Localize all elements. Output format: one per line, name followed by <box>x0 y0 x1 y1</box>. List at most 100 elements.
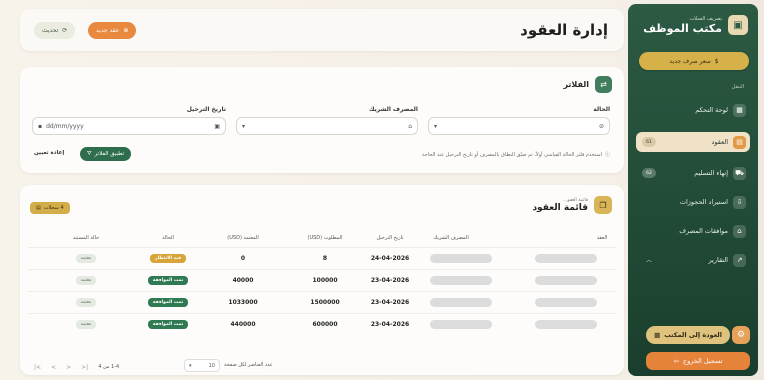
sidebar-item-label: موافقات المصرف <box>679 227 728 235</box>
sidebar-item-bank-approvals[interactable]: ⌂ موافقات المصرف <box>636 221 750 241</box>
last-page-icon[interactable]: >| <box>81 364 88 371</box>
sidebar-item-dashboard[interactable]: ▦ لوحة التحكم <box>636 100 750 120</box>
gear-icon: ⚙ <box>736 330 746 340</box>
next-page-icon[interactable]: > <box>66 364 71 371</box>
cell-required: 600000 <box>312 321 338 328</box>
logout-label: تسجيل الخروج <box>682 357 723 365</box>
bank-icon: ⌂ <box>733 224 746 238</box>
table-row[interactable]: 23-04-2026 100000 40000 تمت الموافقة معت… <box>28 269 616 291</box>
filters-panel: ⇄ الفلاتر الحالة ⊘ ▾ المصرف الشريك ⌂ ▾ ت… <box>20 67 624 173</box>
bank-placeholder <box>430 320 492 329</box>
sidebar-item-label: التقارير <box>708 256 728 264</box>
settings-button[interactable]: ⚙ <box>732 326 750 344</box>
col-approved: المعتمد (USD) <box>227 235 259 241</box>
cell-approved: 440000 <box>230 321 256 328</box>
list-title: قائمة العقود <box>532 202 588 213</box>
back-to-office-button[interactable]: العودة إلى المكتب ▩ <box>646 326 730 344</box>
table-row[interactable]: 23-04-2026 600000 440000 تمت الموافقة مع… <box>28 313 616 335</box>
brand-title: مكتب الموظف <box>643 21 722 35</box>
records-count-badge: 4 سجلات ▤ <box>30 202 70 214</box>
cell-date: 23-04-2026 <box>370 299 410 306</box>
col-date: تاريخ الترحيل <box>376 235 404 241</box>
filters-header: ⇄ الفلاتر <box>563 76 612 93</box>
status-badge: تمت الموافقة <box>147 298 189 307</box>
nav-section-title: التنقل <box>731 84 744 90</box>
filter-icon: ⛛ <box>87 150 92 157</box>
cell-date: 23-04-2026 <box>370 277 410 284</box>
bank-placeholder <box>430 276 492 285</box>
status-filter-label: الحالة <box>593 106 610 113</box>
cell-date: 23-04-2026 <box>370 321 410 328</box>
office-icon: ▩ <box>654 331 661 339</box>
status-filter-select[interactable]: ⊘ ▾ <box>428 117 610 135</box>
bank-icon: ⌂ <box>408 122 412 130</box>
new-rate-label: سعر صرف جديد <box>669 57 711 65</box>
page-header: إدارة العقود ⊕ عقد جديد ⟳ تحديث <box>20 9 624 51</box>
plus-circle-icon: ⊕ <box>123 27 129 34</box>
page-title: إدارة العقود <box>520 21 608 39</box>
new-contract-label: عقد جديد <box>96 27 120 34</box>
sidebar-item-delivery[interactable]: ⛟ إنهاء التسليم 62 <box>636 163 750 183</box>
sidebar-item-label: العقود <box>711 138 728 146</box>
cell-approved: 40000 <box>232 277 254 284</box>
status-badge: تمت الموافقة <box>147 276 189 285</box>
logout-button[interactable]: تسجيل الخروج ⇦ <box>646 352 750 370</box>
apply-filters-label: تطبيق الفلاتر <box>94 151 125 157</box>
page-size-label: عدد العناصر لكل صفحة <box>224 362 273 368</box>
reports-icon: ↗ <box>733 253 746 267</box>
prev-page-icon[interactable]: < <box>51 364 56 371</box>
apply-filters-button[interactable]: تطبيق الفلاتر ⛛ <box>80 147 132 161</box>
refresh-icon: ⟳ <box>62 27 68 34</box>
cell-approved: 1033000 <box>228 299 258 306</box>
app-window: ▣ تصريف العملات مكتب الموظف $ سعر صرف جد… <box>0 0 764 380</box>
table-row[interactable]: 23-04-2026 1500000 1033000 تمت الموافقة … <box>28 291 616 313</box>
records-count: 4 سجلات <box>43 205 64 211</box>
refresh-label: تحديث <box>42 27 59 34</box>
dashboard-icon: ▦ <box>733 103 746 117</box>
col-required: المطلوب (USD) <box>307 235 343 241</box>
sidebar-item-label: استيراد الحجوزات <box>679 198 728 206</box>
reset-filters-button[interactable]: إعادة تعيين <box>34 150 64 156</box>
cell-approved: 0 <box>240 255 246 262</box>
sidebar-item-contracts[interactable]: ▤ العقود 61 <box>636 132 750 152</box>
sidebar-item-label: إنهاء التسليم <box>694 169 728 177</box>
bank-filter-label: المصرف الشريك <box>368 106 418 113</box>
chevron-up-icon: ︿ <box>646 257 653 264</box>
bank-filter-select[interactable]: ⌂ ▾ <box>236 117 418 135</box>
first-page-icon[interactable]: |< <box>34 364 41 371</box>
col-contract: العقد <box>596 235 608 241</box>
count-badge: 61 <box>642 137 656 147</box>
sidebar-item-reports[interactable]: ↗ التقارير ︿ <box>636 250 750 270</box>
cell-date: 24-04-2026 <box>370 255 410 262</box>
chevron-down-icon: ▾ <box>434 122 438 130</box>
logout-icon: ⇦ <box>673 357 679 365</box>
refresh-button[interactable]: ⟳ تحديث <box>34 22 76 39</box>
sidebar-item-import[interactable]: ⇩ استيراد الحجوزات <box>636 192 750 212</box>
calendar-icon: ▣ <box>214 122 220 130</box>
col-status: الحالة <box>162 235 174 241</box>
doc-status-badge: معتمد <box>75 254 97 263</box>
date-filter-input[interactable]: ▣ dd/mm/yyyy ▪ <box>32 117 226 135</box>
delivery-icon: ⛟ <box>733 166 746 180</box>
page-size-select[interactable]: ▾ 10 <box>184 359 220 372</box>
dollar-icon: $ <box>714 57 719 65</box>
chevron-down-icon: ▾ <box>242 122 246 130</box>
col-doc-status: حالة المستند <box>72 235 100 241</box>
bank-placeholder <box>430 298 492 307</box>
new-rate-button[interactable]: $ سعر صرف جديد <box>639 52 749 70</box>
contract-placeholder <box>535 254 597 263</box>
pagination: |< < > >| 1-4 من 4 ▾ 10 عدد العناصر لكل … <box>34 359 614 373</box>
page-range: 1-4 من 4 <box>98 364 120 370</box>
contract-placeholder <box>535 276 597 285</box>
contract-placeholder <box>535 320 597 329</box>
filters-hint-text: استخدم فلتر الحالة القياسي أولاً، ثم ضيّ… <box>421 151 602 158</box>
new-contract-button[interactable]: ⊕ عقد جديد <box>88 22 137 39</box>
status-badge: تمت الموافقة <box>147 320 189 329</box>
chevron-down-icon: ▾ <box>189 362 192 369</box>
list-icon: ❐ <box>594 196 612 214</box>
doc-status-badge: معتمد <box>75 276 97 285</box>
contracts-table: العقد المصرف الشريك تاريخ الترحيل المطلو… <box>28 229 616 335</box>
contract-icon: ▤ <box>733 135 746 149</box>
cell-required: 1500000 <box>310 299 340 306</box>
table-row[interactable]: 24-04-2026 8 0 قيد الانتظار معتمد <box>28 247 616 269</box>
